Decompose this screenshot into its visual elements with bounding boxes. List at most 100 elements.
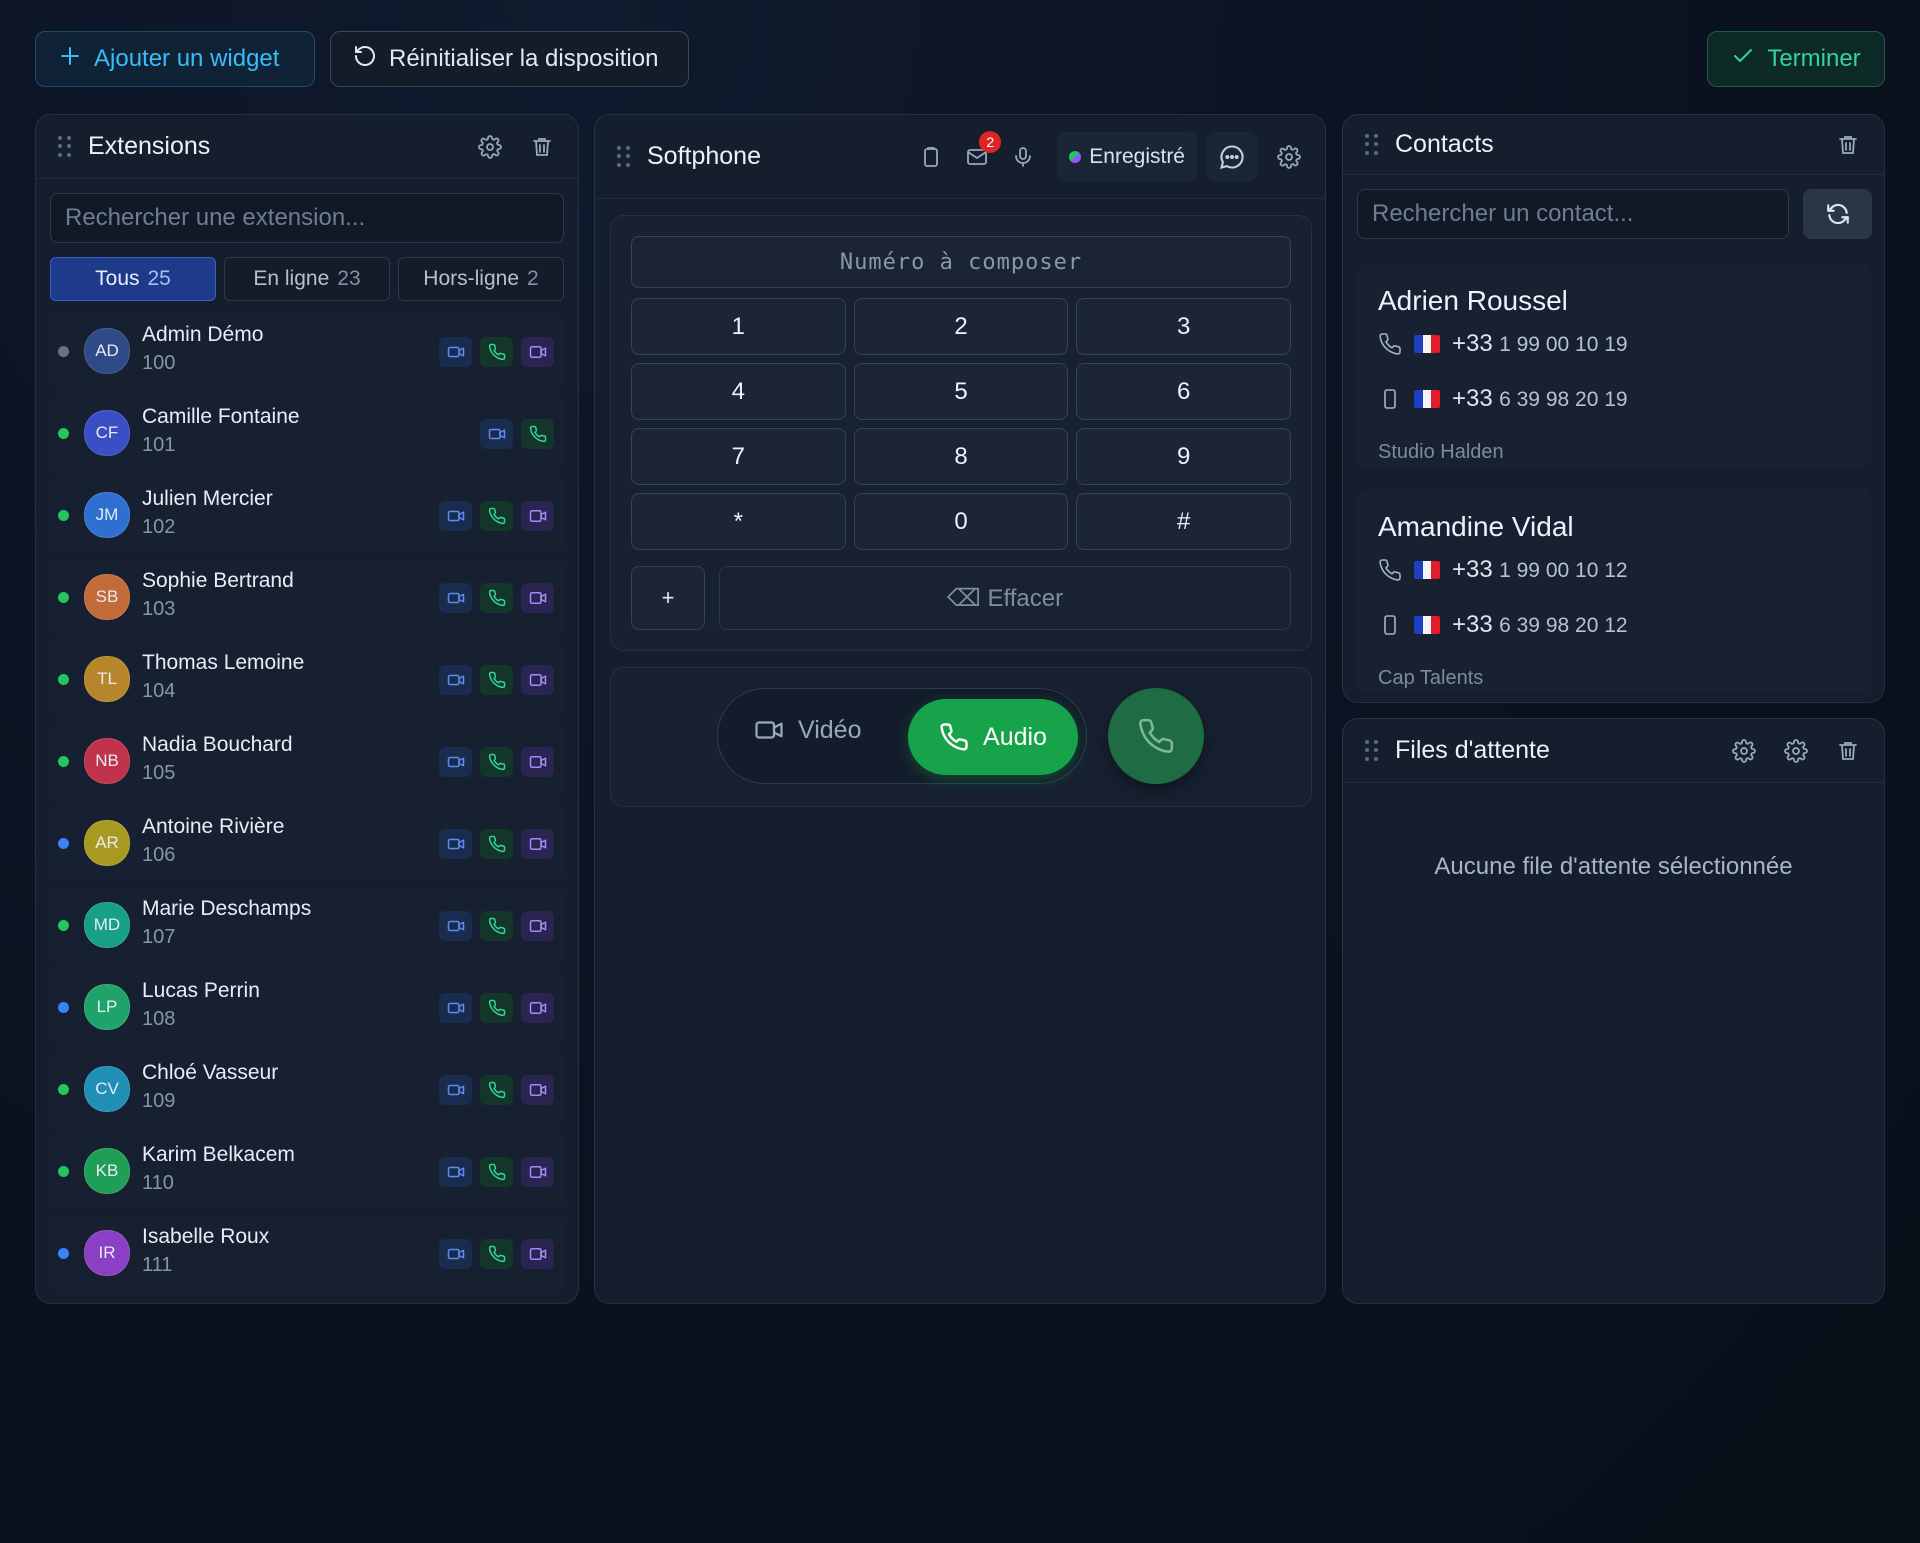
phone-icon xyxy=(1378,332,1402,356)
extension-row[interactable]: AR Antoine Rivière 106 xyxy=(50,805,564,881)
queues-header: Files d'attente xyxy=(1343,719,1884,783)
contact-phone[interactable]: +33 1 99 00 10 19 xyxy=(1378,330,1628,358)
video-call-button[interactable] xyxy=(439,583,472,613)
dialpad-key[interactable]: 0 xyxy=(853,493,1069,550)
video-meeting-button[interactable] xyxy=(521,829,554,859)
tab-online[interactable]: En ligne 23 xyxy=(224,257,390,301)
dialpad-key[interactable]: 9 xyxy=(1076,428,1291,485)
video-call-button[interactable] xyxy=(439,829,472,859)
drag-handle-icon[interactable] xyxy=(58,135,72,158)
refresh-contacts-button[interactable] xyxy=(1803,189,1872,239)
extension-search-input[interactable]: Rechercher une extension... xyxy=(50,193,564,243)
dialpad-key[interactable]: * xyxy=(631,493,846,550)
video-call-button[interactable] xyxy=(439,501,472,531)
camera-icon xyxy=(529,753,547,771)
dialpad-key[interactable]: 3 xyxy=(1076,298,1291,355)
extension-actions xyxy=(439,1075,554,1105)
extension-row[interactable]: SB Sophie Bertrand 103 xyxy=(50,559,564,635)
add-widget-button[interactable]: Ajouter un widget xyxy=(35,31,315,87)
done-button[interactable]: Terminer xyxy=(1707,31,1885,87)
registration-status[interactable]: Enregistré xyxy=(1057,131,1197,182)
dialpad-key[interactable]: 2 xyxy=(853,298,1069,355)
extension-row[interactable]: IR Isabelle Roux 111 xyxy=(50,1215,564,1291)
clipboard-icon[interactable] xyxy=(917,143,945,171)
reset-layout-button[interactable]: Réinitialiser la disposition xyxy=(330,31,689,87)
voicemail-button[interactable]: 2 xyxy=(963,130,1002,171)
dialpad-key[interactable]: 1 xyxy=(631,298,846,355)
dialpad-key[interactable]: 5 xyxy=(853,363,1069,420)
audio-call-button[interactable] xyxy=(480,747,513,777)
trash-icon[interactable] xyxy=(1834,131,1862,159)
drag-handle-icon[interactable] xyxy=(1365,133,1379,156)
audio-call-button[interactable] xyxy=(480,337,513,367)
video-call-button[interactable] xyxy=(439,1157,472,1187)
gear-icon[interactable] xyxy=(1782,737,1810,765)
video-meeting-button[interactable] xyxy=(521,665,554,695)
extension-row[interactable]: JM Julien Mercier 102 xyxy=(50,477,564,553)
video-meeting-button[interactable] xyxy=(521,911,554,941)
video-call-button[interactable] xyxy=(439,993,472,1023)
audio-call-button[interactable] xyxy=(480,583,513,613)
drag-handle-icon[interactable] xyxy=(1365,739,1379,762)
audio-call-button[interactable] xyxy=(521,419,554,449)
contact-mobile[interactable]: +33 6 39 98 20 19 xyxy=(1378,385,1628,413)
audio-call-button[interactable] xyxy=(480,665,513,695)
audio-call-button[interactable] xyxy=(480,1157,513,1187)
contact-mobile[interactable]: +33 6 39 98 20 12 xyxy=(1378,611,1628,639)
dialpad-key[interactable]: 8 xyxy=(853,428,1069,485)
tab-offline[interactable]: Hors-ligne 2 xyxy=(398,257,564,301)
video-call-button[interactable] xyxy=(480,419,513,449)
audio-call-button[interactable] xyxy=(480,911,513,941)
video-mode-button[interactable]: Vidéo xyxy=(754,715,862,745)
audio-call-button[interactable] xyxy=(480,1239,513,1269)
dialpad-key[interactable]: 4 xyxy=(631,363,846,420)
video-meeting-button[interactable] xyxy=(521,1239,554,1269)
drag-handle-icon[interactable] xyxy=(617,145,631,168)
trash-icon[interactable] xyxy=(528,133,556,161)
video-call-button[interactable] xyxy=(439,665,472,695)
contact-phone[interactable]: +33 1 99 00 10 12 xyxy=(1378,556,1628,584)
audio-call-button[interactable] xyxy=(480,501,513,531)
video-meeting-button[interactable] xyxy=(521,337,554,367)
dialpad-key[interactable]: 7 xyxy=(631,428,846,485)
extension-row[interactable]: LP Lucas Perrin 108 xyxy=(50,969,564,1045)
audio-mode-button[interactable]: Audio xyxy=(908,699,1078,775)
audio-call-button[interactable] xyxy=(480,1075,513,1105)
extension-row[interactable]: CF Camille Fontaine 101 xyxy=(50,395,564,471)
dial-number-input[interactable]: Numéro à composer xyxy=(631,236,1291,288)
video-meeting-button[interactable] xyxy=(521,501,554,531)
gear-icon[interactable] xyxy=(476,133,504,161)
video-meeting-button[interactable] xyxy=(521,1157,554,1187)
extension-row[interactable]: AD Admin Démo 100 xyxy=(50,313,564,389)
video-meeting-button[interactable] xyxy=(521,1075,554,1105)
trash-icon[interactable] xyxy=(1834,737,1862,765)
contact-card[interactable]: Adrien Roussel +33 1 99 00 10 19 +33 6 3… xyxy=(1357,263,1871,468)
video-meeting-button[interactable] xyxy=(521,993,554,1023)
call-button[interactable] xyxy=(1108,688,1204,784)
video-call-button[interactable] xyxy=(439,911,472,941)
video-call-button[interactable] xyxy=(439,337,472,367)
microphone-icon[interactable] xyxy=(1009,143,1037,171)
gear-icon[interactable] xyxy=(1275,143,1303,171)
video-call-button[interactable] xyxy=(439,1075,472,1105)
contact-search-input[interactable]: Rechercher un contact... xyxy=(1357,189,1789,239)
video-meeting-button[interactable] xyxy=(521,747,554,777)
gear-icon[interactable] xyxy=(1730,737,1758,765)
clear-button[interactable]: ⌫ Effacer xyxy=(719,566,1291,630)
audio-call-button[interactable] xyxy=(480,993,513,1023)
tab-all[interactable]: Tous 25 xyxy=(50,257,216,301)
dialpad-key[interactable]: 6 xyxy=(1076,363,1291,420)
video-meeting-button[interactable] xyxy=(521,583,554,613)
extension-row[interactable]: KB Karim Belkacem 110 xyxy=(50,1133,564,1209)
plus-key[interactable]: + xyxy=(631,566,705,630)
contact-card[interactable]: Amandine Vidal +33 1 99 00 10 12 +33 6 3… xyxy=(1357,489,1871,694)
dialpad-key[interactable]: # xyxy=(1076,493,1291,550)
video-call-button[interactable] xyxy=(439,1239,472,1269)
extension-row[interactable]: CV Chloé Vasseur 109 xyxy=(50,1051,564,1127)
chat-button[interactable] xyxy=(1207,131,1257,182)
extension-row[interactable]: TL Thomas Lemoine 104 xyxy=(50,641,564,717)
video-call-button[interactable] xyxy=(439,747,472,777)
extension-row[interactable]: MD Marie Deschamps 107 xyxy=(50,887,564,963)
extension-row[interactable]: NB Nadia Bouchard 105 xyxy=(50,723,564,799)
audio-call-button[interactable] xyxy=(480,829,513,859)
